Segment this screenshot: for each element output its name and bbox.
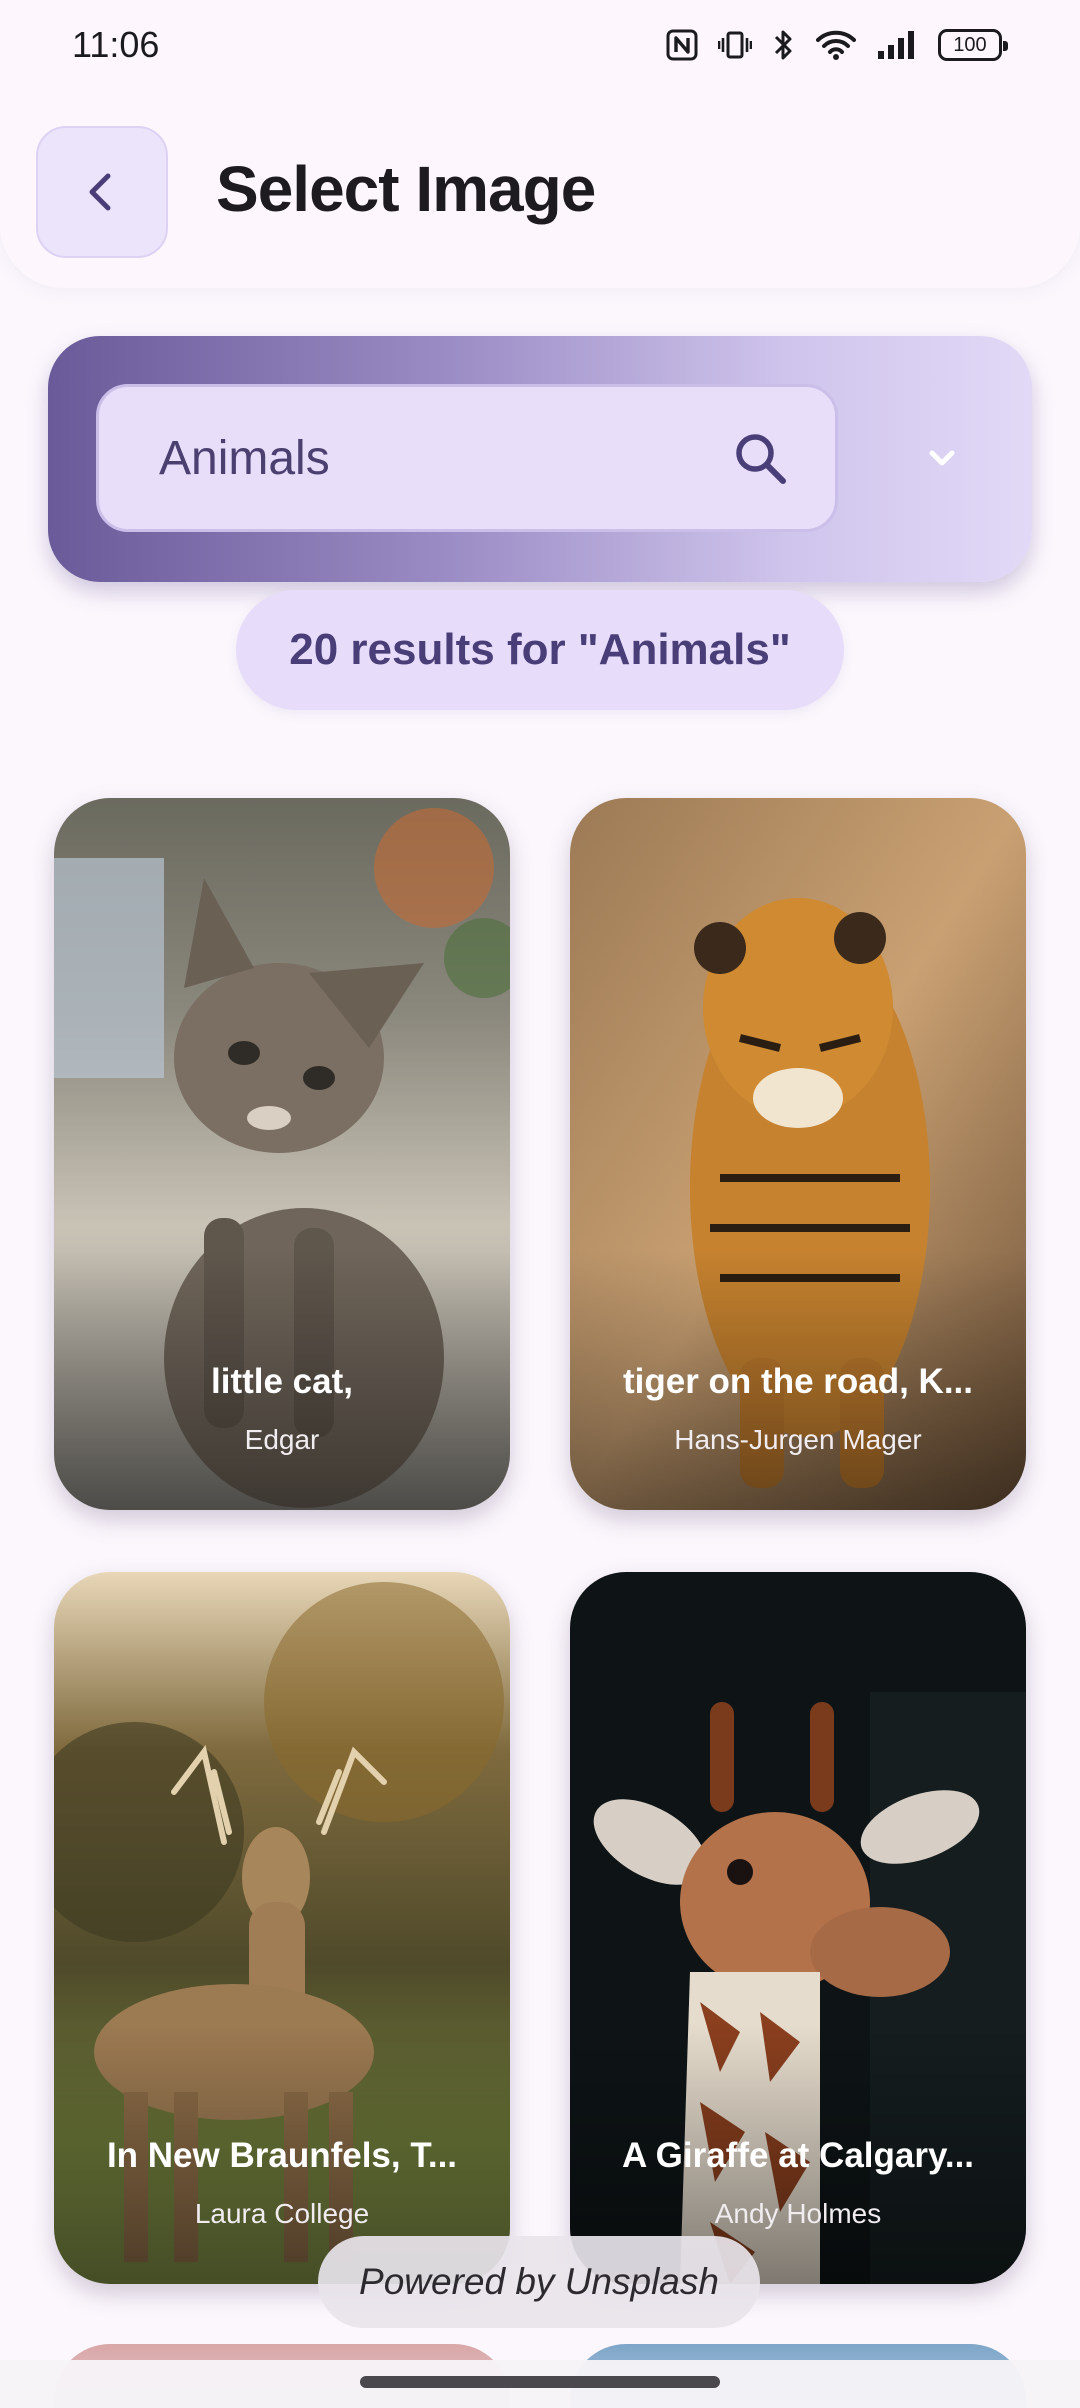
back-button[interactable]	[36, 126, 168, 258]
status-icons: 100	[666, 28, 1008, 62]
card-title: In New Braunfels, T...	[106, 2136, 458, 2175]
search-panel: Animals	[48, 336, 1032, 582]
results-count-badge: 20 results for "Animals"	[236, 590, 844, 710]
powered-by-badge[interactable]: Powered by Unsplash	[318, 2236, 760, 2328]
image-card[interactable]: tiger on the road, K... Hans-Jurgen Mage…	[570, 798, 1026, 1510]
status-time: 11:06	[72, 24, 160, 65]
image-card[interactable]: A Giraffe at Calgary... Andy Holmes	[570, 1572, 1026, 2284]
battery-icon: 100	[938, 29, 1008, 61]
search-input[interactable]: Animals	[96, 384, 838, 532]
page-title: Select Image	[216, 153, 596, 225]
image-card[interactable]: In New Braunfels, T... Laura College	[54, 1572, 510, 2284]
card-author: Laura College	[194, 2198, 370, 2229]
card-title: little cat,	[211, 1362, 353, 1401]
status-bar: 11:06 100	[0, 0, 1080, 96]
vibrate-icon	[718, 31, 752, 59]
card-author: Hans-Jurgen Mager	[674, 1424, 922, 1455]
card-title: A Giraffe at Calgary...	[621, 2136, 975, 2175]
search-input-value: Animals	[159, 432, 330, 485]
powered-by-text: Powered by Unsplash	[359, 2261, 719, 2302]
card-title: tiger on the road, K...	[622, 1362, 974, 1401]
bluetooth-icon	[774, 30, 792, 60]
card-author: Edgar	[244, 1424, 320, 1455]
chevron-left-icon	[89, 173, 111, 211]
wifi-icon	[816, 30, 856, 60]
image-card[interactable]: little cat, Edgar	[54, 798, 510, 1510]
image-picker-screen: Select Image 11:06 100 Animals 20 result…	[0, 0, 1080, 2408]
home-indicator[interactable]	[360, 2376, 720, 2388]
results-count-text: 20 results for "Animals"	[289, 625, 791, 674]
nfc-icon	[666, 29, 698, 61]
signal-icon	[878, 31, 914, 59]
battery-level: 100	[953, 33, 987, 56]
chevron-down-icon	[929, 450, 955, 466]
card-author: Andy Holmes	[714, 2198, 882, 2229]
search-icon[interactable]	[729, 427, 793, 491]
dropdown-button[interactable]	[906, 422, 978, 494]
